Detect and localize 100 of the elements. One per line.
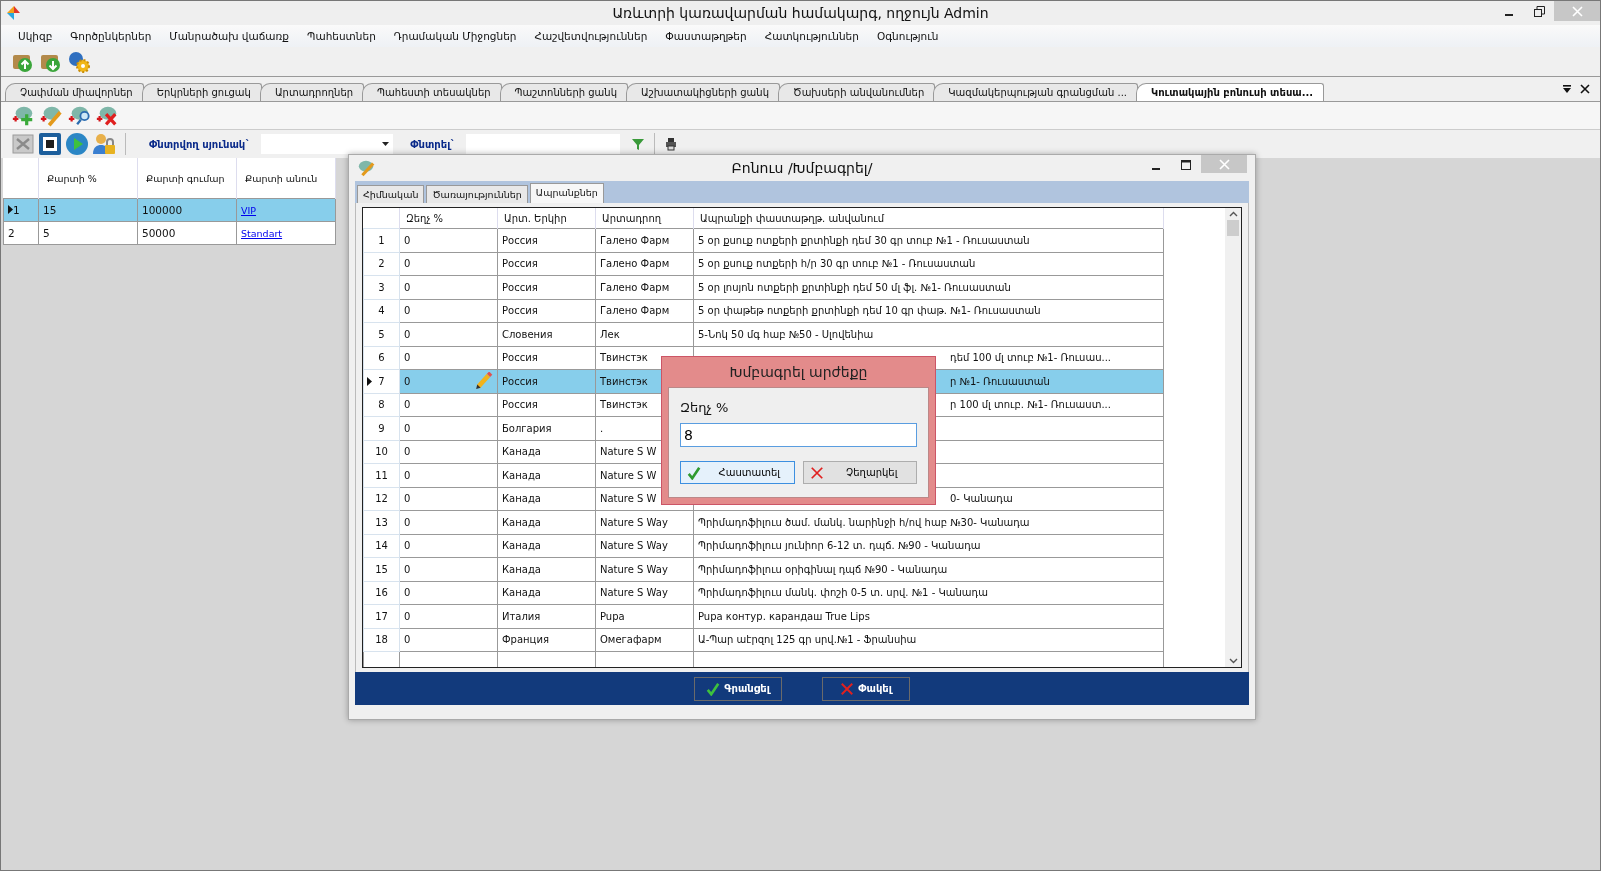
row-number: 2 — [8, 227, 15, 239]
dropdown-arrow-icon — [382, 142, 390, 146]
settings-icon[interactable] — [67, 49, 91, 74]
table-row[interactable]: 2 5 50000 Standart — [3, 221, 336, 245]
window-title: Առևտրի կառավարման համակարգ, ողջույն Admin — [612, 5, 989, 21]
tab[interactable]: Հիմնական — [357, 185, 425, 203]
card-name-link[interactable]: VIP — [241, 205, 257, 216]
popup-button[interactable]: Հաստատել — [680, 461, 795, 484]
column-header[interactable]: Ապրանքի փաստաթղթ. անվանում — [700, 212, 884, 224]
row-number: 17 — [375, 610, 388, 622]
menu-item[interactable]: Պահեստներ — [298, 30, 385, 42]
table-cell: 5 օր փաթեթ ոտքերի քրտինքի դեմ 10 գր փաթ. №1- Ռուսաստան — [698, 305, 1041, 317]
table-cell: Твинстэк — [600, 375, 648, 387]
row-pointer-icon — [8, 205, 13, 214]
search-label: Փնտրել` — [409, 138, 457, 150]
row-number: 1 — [378, 234, 385, 246]
table-cell: 0 — [404, 258, 411, 270]
table-cell: Россия — [502, 375, 538, 387]
table-cell: 0 — [404, 305, 411, 317]
table-cell: 0 — [404, 493, 411, 505]
table-cell: 0 — [404, 234, 411, 246]
minimize-icon — [1152, 168, 1160, 170]
table-cell: 0 — [404, 352, 411, 364]
column-header[interactable]: Քարտի % — [47, 172, 97, 184]
column-header[interactable]: Քարտի գումար — [146, 172, 225, 184]
user-lock-icon[interactable] — [92, 132, 116, 156]
table-cell: Канада — [502, 587, 541, 599]
menu-item[interactable]: Օգնություն — [867, 30, 948, 42]
table-cell: Pupa контур. карандаш True Lips — [698, 610, 870, 622]
search-field[interactable] — [466, 134, 621, 154]
menu-item[interactable]: Հաշվետվություններ — [525, 30, 657, 42]
menu-item[interactable]: Հատկություններ — [755, 30, 868, 42]
dialog-button[interactable]: Գրանցել — [694, 676, 782, 701]
close-icon — [1571, 5, 1583, 17]
row-number: 5 — [378, 328, 385, 340]
dialog-button[interactable]: Փակել — [822, 676, 910, 701]
table-cell: Nature S W — [600, 469, 657, 481]
tab[interactable]: Ծախսերի անվանումներ — [778, 83, 936, 101]
table-cell: Галено Фарм — [600, 281, 670, 293]
table-cell: . — [600, 422, 604, 434]
table-cell: ր №1- Ռուսաստան — [950, 375, 1050, 387]
table-cell: 0 — [404, 516, 411, 528]
tab[interactable]: Կազմակերպության գրանցման ... — [933, 83, 1138, 101]
scroll-thumb[interactable] — [1227, 220, 1239, 236]
vertical-scrollbar[interactable] — [1225, 208, 1241, 667]
tab[interactable]: Պահեստի տեսակներ — [362, 83, 502, 101]
pencil-icon — [475, 372, 493, 390]
table-cell: 0 — [404, 281, 411, 293]
row-number: 11 — [375, 469, 388, 481]
tab[interactable]: Աշխատակիցների ցանկ — [626, 83, 780, 101]
row-number: 14 — [375, 540, 388, 552]
card-name-link[interactable]: Standart — [241, 228, 283, 239]
table-cell: Россия — [502, 258, 538, 270]
tab[interactable]: Պաշտոնների ցանկ — [499, 83, 629, 101]
tab-list-icon[interactable] — [1562, 84, 1572, 94]
discount-field[interactable]: 8 — [680, 423, 917, 447]
row-number: 13 — [375, 516, 388, 528]
filter-icon[interactable] — [631, 137, 646, 151]
column-header[interactable]: Քարտի անուն — [245, 172, 318, 184]
table-cell: Галено Фарм — [600, 258, 670, 270]
column-header[interactable]: Արտ. Երկիր — [504, 212, 567, 224]
printer-icon[interactable] — [664, 137, 679, 151]
table-cell: Канада — [502, 563, 541, 575]
menu-item[interactable]: Փաստաթղթեր — [656, 30, 756, 42]
menu-item[interactable]: Սկիզբ — [9, 30, 62, 42]
tab[interactable]: Չափման միավորներ — [5, 83, 144, 101]
table-cell: Россия — [502, 305, 538, 317]
table-cell: Болгария — [502, 422, 552, 434]
menu-item[interactable]: Դրամական Միջոցներ — [384, 30, 526, 42]
popup-button[interactable]: Չեղարկել — [802, 461, 917, 484]
tab[interactable]: Ծառայություններ — [426, 185, 528, 203]
tab[interactable]: Ապրանքներ — [529, 183, 604, 203]
cancel-icon — [809, 465, 824, 480]
table-cell: Nature S Way — [600, 563, 668, 575]
table-cell: Твинстэк — [600, 399, 648, 411]
scroll-up-icon — [1228, 211, 1238, 217]
table-cell: Канада — [502, 469, 541, 481]
table-cell: Nature S Way — [600, 587, 668, 599]
table-cell: 0- Կանադա — [950, 493, 1013, 505]
close-icon — [1218, 158, 1230, 170]
row-pointer-icon — [367, 377, 372, 386]
restore-icon — [1533, 5, 1545, 17]
close-tab-icon[interactable] — [1580, 84, 1590, 94]
minimize-icon — [1505, 14, 1513, 16]
table-cell: Россия — [502, 352, 538, 364]
tab[interactable]: Երկրների ցուցակ — [141, 83, 262, 101]
table-cell: Պրիմադոֆիլուս յունիոր 6-12 տ. դպճ. №90 - Կանադա — [698, 540, 981, 552]
table-row[interactable]: 1 15 100000 VIP — [3, 198, 336, 222]
row-number: 4 — [378, 305, 385, 317]
table-cell: 15 — [43, 204, 57, 216]
report-icon[interactable] — [38, 132, 62, 156]
tab[interactable]: Արտադրողներ — [259, 83, 365, 101]
table-cell: 50000 — [142, 227, 176, 239]
menu-item[interactable]: Մանրածախ վաճառք — [160, 30, 298, 42]
menu-item[interactable]: Գործընկերներ — [61, 30, 161, 42]
column-header[interactable]: Զեղչ % — [406, 212, 444, 224]
tab[interactable]: Կուտակային բոնուսի տեսա... — [1136, 83, 1325, 101]
column-header[interactable]: Արտադրող — [602, 212, 662, 224]
table-cell: 0 — [404, 540, 411, 552]
table-cell: Россия — [502, 281, 538, 293]
